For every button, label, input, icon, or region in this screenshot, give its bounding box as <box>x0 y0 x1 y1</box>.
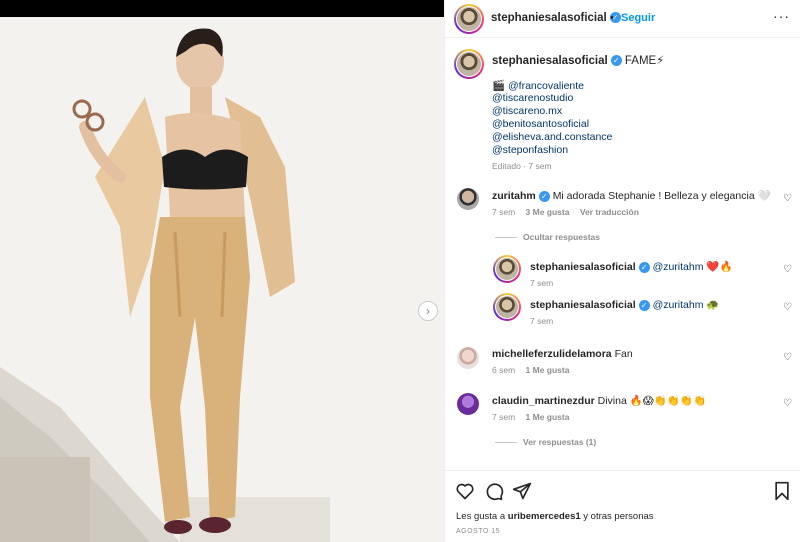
reply-text: @zuritahm ❤️🔥 <box>652 261 733 273</box>
comment-icon[interactable] <box>484 481 504 501</box>
comment-like-heart-icon[interactable]: ♡ <box>783 398 792 409</box>
comment-meta: 7 sem 3 Me gusta Ver traducción <box>492 207 639 217</box>
post-details-panel: stephaniesalasoficial ✓ • Seguir ··· step… <box>444 0 800 542</box>
author-username[interactable]: stephaniesalasoficial ✓ <box>491 12 621 24</box>
caption-line[interactable]: @elisheva.and.constance <box>492 131 612 143</box>
comment-username[interactable]: claudin_martinezdur <box>492 395 595 407</box>
caption-avatar[interactable] <box>454 49 484 79</box>
verified-badge-icon: ✓ <box>638 299 650 311</box>
paper-plane-icon[interactable] <box>512 481 532 501</box>
verified-badge-icon: ✓ <box>538 190 550 202</box>
reply-avatar[interactable] <box>493 255 521 283</box>
post-actions: Les gusta a uribemercedes1 y otras perso… <box>445 470 800 542</box>
verified-badge-icon: ✓ <box>638 261 650 273</box>
author-username-text: stephaniesalasoficial <box>491 12 607 24</box>
reply-like-heart-icon[interactable]: ♡ <box>783 302 792 313</box>
caption-line[interactable]: 🎬 @francovaliente <box>492 79 584 92</box>
chevron-right-icon: › <box>426 304 430 318</box>
commenter-avatar[interactable] <box>457 393 479 415</box>
caption-line[interactable]: @tiscarenostudio <box>492 92 573 104</box>
caption-username[interactable]: stephaniesalasoficial <box>492 55 608 67</box>
caption-line[interactable]: @steponfashion <box>492 144 568 156</box>
comment-likes[interactable]: 1 Me gusta <box>526 412 570 422</box>
post-header: stephaniesalasoficial ✓ • Seguir ··· <box>445 0 800 38</box>
post-photo[interactable]: › <box>0 17 444 542</box>
reply: stephaniesalasoficial ✓ @zuritahm 🐢 <box>530 298 719 311</box>
reply-time: 7 sem <box>530 316 554 326</box>
translate-button[interactable]: Ver traducción <box>580 207 639 217</box>
reply-time: 7 sem <box>530 278 554 288</box>
heart-icon[interactable] <box>455 481 475 501</box>
bookmark-icon[interactable] <box>772 481 792 501</box>
comment-text: Divina 🔥😱👏👏👏👏 <box>597 395 707 407</box>
post-date: AGOSTO 15 <box>456 528 501 535</box>
comment-username[interactable]: zuritahm <box>492 190 536 202</box>
comment-meta: 7 sem 1 Me gusta <box>492 412 569 422</box>
comment-time: 7 sem <box>492 412 516 422</box>
photo-illustration <box>0 17 444 542</box>
comment-like-heart-icon[interactable]: ♡ <box>783 352 792 363</box>
comment-username[interactable]: michelleferzulidelamora <box>492 348 612 360</box>
caption-header: stephaniesalasoficial ✓ FAME⚡ <box>492 53 664 67</box>
comment-text: Mi adorada Stephanie ! Belleza y eleganc… <box>552 190 771 202</box>
likes-suffix[interactable]: y otras personas <box>581 511 653 522</box>
reply-username[interactable]: stephaniesalasoficial <box>530 299 636 311</box>
reply-username[interactable]: stephaniesalasoficial <box>530 261 636 273</box>
comment: zuritahm ✓ Mi adorada Stephanie ! Belleza… <box>492 189 771 202</box>
comment-likes[interactable]: 1 Me gusta <box>526 365 570 375</box>
more-options-icon[interactable]: ··· <box>773 8 790 24</box>
follow-button[interactable]: Seguir <box>621 12 655 24</box>
comment: claudin_martinezdur Divina 🔥😱👏👏👏👏 <box>492 394 706 407</box>
top-black-bar <box>0 0 444 17</box>
comment-like-heart-icon[interactable]: ♡ <box>783 193 792 204</box>
reply: stephaniesalasoficial ✓ @zuritahm ❤️🔥 <box>530 260 733 273</box>
commenter-avatar[interactable] <box>457 188 479 210</box>
caption-line[interactable]: @benitosantosoficial <box>492 118 589 130</box>
likes-prefix: Les gusta a <box>456 511 508 522</box>
comment: michelleferzulidelamora Fan <box>492 348 633 360</box>
reply-text: @zuritahm 🐢 <box>652 299 720 311</box>
reply-like-heart-icon[interactable]: ♡ <box>783 264 792 275</box>
comment-time: 7 sem <box>492 207 516 217</box>
next-photo-button[interactable]: › <box>418 301 438 321</box>
likes-summary: Les gusta a uribemercedes1 y otras perso… <box>456 511 654 522</box>
comment-text: Fan <box>614 348 633 360</box>
hide-replies-button[interactable]: Ocultar respuestas <box>523 232 600 242</box>
comments-scroll-area[interactable]: stephaniesalasoficial ✓ FAME⚡ 🎬 @francova… <box>445 39 800 470</box>
comment-likes[interactable]: 3 Me gusta <box>526 207 570 217</box>
view-replies-button[interactable]: Ver respuestas (1) <box>523 437 596 447</box>
caption-meta: Editado · 7 sem <box>492 161 552 171</box>
commenter-avatar[interactable] <box>457 347 479 369</box>
comment-meta: 6 sem 1 Me gusta <box>492 365 569 375</box>
verified-badge-icon: ✓ <box>610 55 622 67</box>
reply-avatar[interactable] <box>493 293 521 321</box>
comment-time: 6 sem <box>492 365 516 375</box>
caption-line[interactable]: @tiscareno.mx <box>492 105 562 117</box>
caption-title: FAME⚡ <box>624 55 665 67</box>
author-avatar[interactable] <box>454 4 484 34</box>
replies-divider <box>495 442 517 443</box>
separator-dot: • <box>610 12 614 24</box>
replies-divider <box>495 237 517 238</box>
likes-user[interactable]: uribemercedes1 <box>508 511 581 522</box>
